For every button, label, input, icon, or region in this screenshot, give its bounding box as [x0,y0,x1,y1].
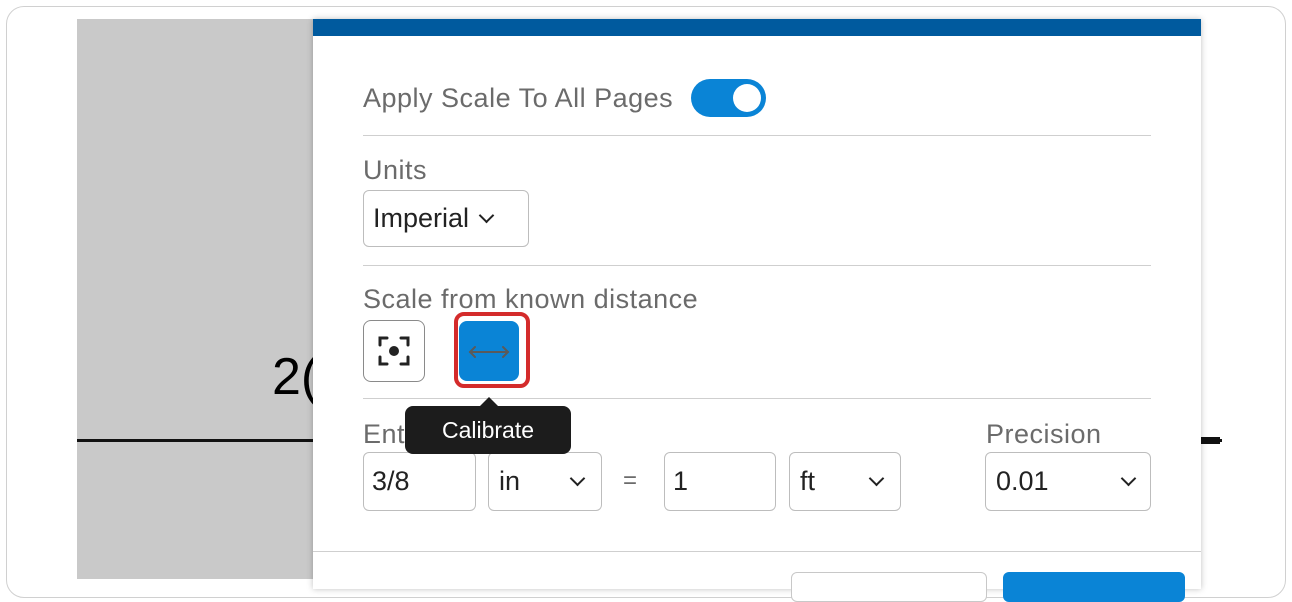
right-unit-value: ft [800,466,816,496]
left-unit-value: in [499,466,521,496]
apply-scale-label: Apply Scale To All Pages [363,82,674,113]
dialog-header-bar [313,19,1201,36]
enter-scale-label: Ent [363,419,406,449]
units-select[interactable]: Imperial [363,190,529,247]
scale-from-distance-label: Scale from known distance [363,284,699,314]
scale-left-value-input[interactable]: 3/8 [363,452,476,511]
calibrate-tooltip: Calibrate [405,397,571,454]
divider [363,135,1151,136]
chevron-down-icon [868,470,885,487]
focus-point-button[interactable] [363,320,425,382]
calibrate-arrows-icon [468,346,510,358]
cancel-button[interactable] [791,572,987,602]
footer-divider [313,551,1201,552]
calibrate-button[interactable] [459,321,519,381]
precision-select[interactable]: 0.01 [985,452,1151,511]
toggle-knob [733,84,762,112]
chevron-down-icon [569,470,586,487]
right-unit-select[interactable]: ft [789,452,901,511]
units-label: Units [363,155,428,185]
left-unit-select[interactable]: in [488,452,602,511]
precision-value: 0.01 [996,466,1049,496]
units-select-value: Imperial [373,203,470,233]
divider [363,265,1151,266]
chevron-down-icon [478,207,495,224]
scale-right-value-input[interactable]: 1 [664,452,776,511]
apply-scale-row: Apply Scale To All Pages [363,79,767,117]
page-margin [1200,19,1222,579]
focus-icon [378,336,410,366]
apply-scale-toggle[interactable] [691,79,767,117]
document-text: 2( [272,348,319,406]
apply-button[interactable] [1003,572,1185,602]
equals-sign: = [623,467,638,494]
precision-label: Precision [986,419,1102,449]
chevron-down-icon [1120,470,1137,487]
scale-dialog: Apply Scale To All Pages Units Imperial … [313,19,1201,602]
